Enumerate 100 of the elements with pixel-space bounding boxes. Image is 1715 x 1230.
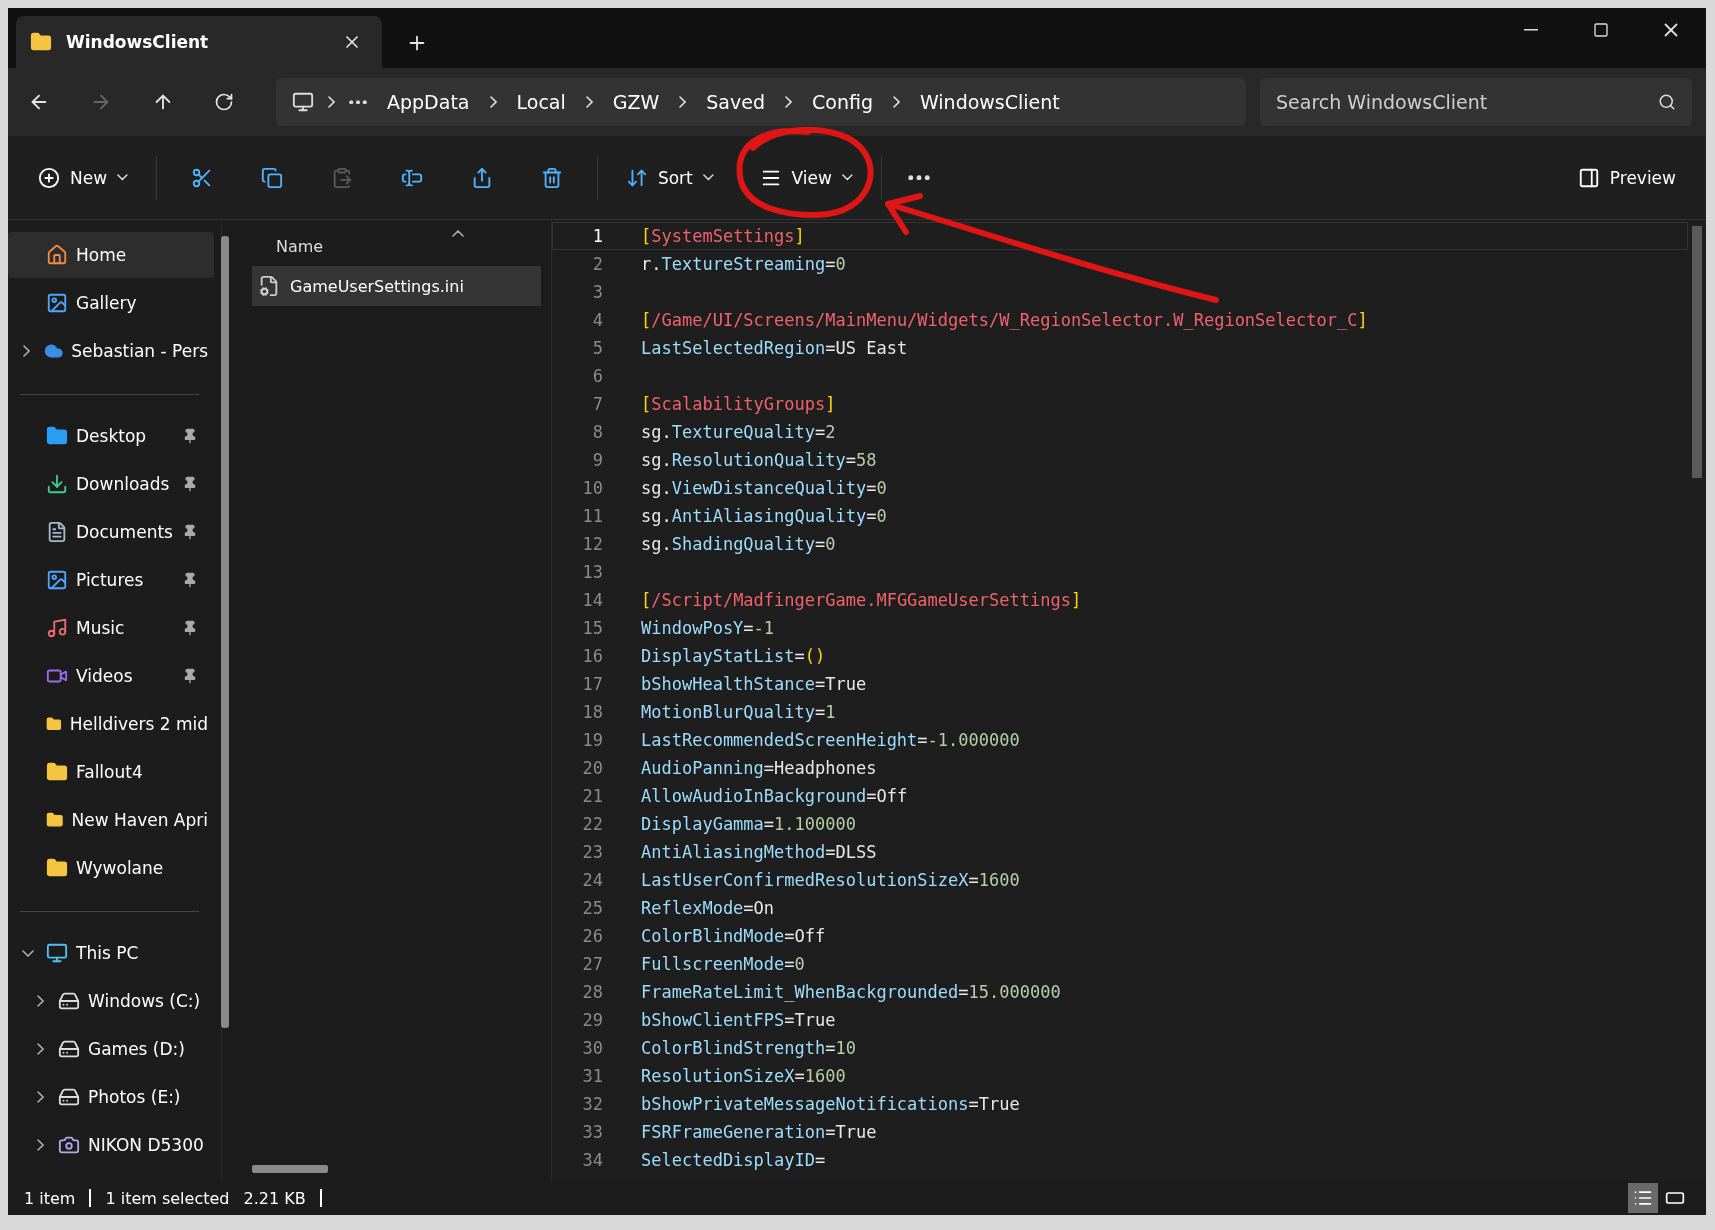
code-line: FSRFrameGeneration=True: [641, 1122, 877, 1142]
scrollbar-thumb[interactable]: [252, 1165, 328, 1173]
code-line: sg.AntiAliasingQuality=0: [641, 506, 887, 526]
chevron-icon: [23, 345, 31, 357]
breadcrumb-item[interactable]: Saved: [700, 87, 771, 117]
maximize-icon: [1593, 22, 1609, 38]
code-line: sg.ResolutionQuality=58: [641, 450, 877, 470]
code-line: DisplayGamma=1.100000: [641, 814, 856, 834]
line-number: 1: [591, 226, 603, 246]
sidebar-item[interactable]: Music: [8, 605, 214, 651]
line-number: 16: [581, 646, 603, 666]
plus-circle-icon: [38, 166, 60, 189]
chevron-icon: [36, 995, 44, 1007]
line-number: 10: [581, 478, 603, 498]
line-number: 20: [581, 758, 603, 778]
chevron-icon: [785, 96, 792, 108]
sidebar-item[interactable]: Videos: [8, 653, 214, 699]
sort-button[interactable]: Sort: [617, 160, 722, 195]
breadcrumb-item[interactable]: WindowsClient: [913, 87, 1066, 117]
file-row[interactable]: GameUserSettings.ini: [252, 266, 541, 306]
breadcrumb-item[interactable]: GZW: [606, 87, 666, 117]
line-number: 17: [581, 674, 603, 694]
line-number: 26: [581, 926, 603, 946]
preview-button[interactable]: Preview: [1569, 160, 1684, 195]
sidebar-item[interactable]: Documents: [8, 509, 214, 555]
line-number: 28: [581, 982, 603, 1002]
line-number: 31: [581, 1066, 603, 1086]
line-number: 24: [581, 870, 603, 890]
sidebar-item[interactable]: Gallery: [8, 280, 214, 326]
line-number: 32: [581, 1094, 603, 1114]
chevron-icon: [892, 96, 900, 108]
code-line: [/Game/UI/Screens/MainMenu/Widgets/W_RegionSelector.W_RegionSelector_C]: [641, 310, 1368, 330]
chevron-icon: [679, 96, 687, 108]
details-view-button[interactable]: [1628, 1183, 1658, 1213]
line-number: 3: [591, 282, 603, 302]
code-line: LastRecommendedScreenHeight=-1.000000: [641, 730, 1020, 750]
code-line: LastUserConfirmedResolutionSizeX=1600: [641, 870, 1020, 890]
sidebar-item[interactable]: Pictures: [8, 557, 214, 603]
sidebar-item[interactable]: This PC: [8, 930, 214, 976]
chevron-icon: [328, 96, 335, 108]
folder-icon: [30, 31, 52, 53]
sidebar-item[interactable]: Games (D:): [8, 1026, 214, 1072]
code-line: DisplayStatList=(): [641, 646, 826, 666]
view-button[interactable]: View: [751, 160, 861, 195]
sidebar-item[interactable]: Windows (C:): [8, 978, 214, 1024]
drive-icon: [58, 1086, 80, 1108]
file-size: 2.21 KB: [243, 1188, 306, 1208]
sidebar-item[interactable]: Wywolane: [8, 845, 214, 891]
breadcrumb-item[interactable]: Config: [806, 87, 879, 117]
cut-icon: [190, 166, 213, 189]
caret-icon: [841, 174, 853, 181]
copy-icon: [260, 166, 283, 189]
sidebar-item[interactable]: Fallout4: [8, 749, 214, 795]
download-icon: [46, 473, 68, 495]
line-number: 33: [581, 1122, 603, 1142]
sidebar-item[interactable]: Sebastian - Pers: [8, 328, 214, 374]
camera-icon: [58, 1134, 80, 1156]
window-tab[interactable]: WindowsClient: [16, 16, 382, 68]
scrollbar-thumb[interactable]: [221, 236, 229, 1028]
list-icon: [1633, 1188, 1653, 1208]
sidebar-item[interactable]: Photos (E:): [8, 1074, 214, 1120]
code-line: AllowAudioInBackground=Off: [641, 786, 908, 806]
line-number: 2: [591, 254, 603, 274]
sidebar-item[interactable]: Downloads: [8, 461, 214, 507]
caret-icon: [702, 174, 714, 181]
sidebar-item[interactable]: Home: [8, 232, 214, 278]
music-icon: [46, 617, 68, 639]
sidebar-item[interactable]: New Haven Apri: [8, 797, 214, 843]
folder-icon: [46, 425, 68, 447]
scrollbar-thumb[interactable]: [1692, 226, 1702, 478]
line-number: 19: [581, 730, 603, 750]
code-line: bShowHealthStance=True: [641, 674, 867, 694]
breadcrumb-item[interactable]: AppData: [381, 87, 476, 117]
caret-icon: [117, 174, 128, 181]
code-line: SelectedDisplayID=: [641, 1150, 826, 1170]
code-line: ColorBlindStrength=10: [641, 1038, 856, 1058]
drive-icon: [58, 990, 80, 1012]
chevron-icon: [36, 1043, 44, 1055]
breadcrumb-item[interactable]: Local: [510, 87, 572, 117]
line-number: 9: [591, 450, 603, 470]
sidebar-item[interactable]: Helldivers 2 mid: [8, 701, 214, 747]
code-line: FullscreenMode=0: [641, 954, 805, 974]
new-button[interactable]: New: [30, 160, 136, 195]
address-bar[interactable]: AppData Local GZW Saved Config WindowsClient: [276, 78, 1246, 126]
item-count: 1 item: [24, 1188, 76, 1208]
selection-info: 1 item selected: [105, 1188, 230, 1208]
code-line: WindowPosY=-1: [641, 618, 775, 638]
column-header[interactable]: Name: [252, 226, 541, 266]
code-line: sg.ViewDistanceQuality=0: [641, 478, 887, 498]
code-line: MotionBlurQuality=1: [641, 702, 836, 722]
line-number: 18: [581, 702, 603, 722]
code-line: [/Script/MadfingerGame.MFGGameUserSettings]: [641, 590, 1082, 610]
search-field[interactable]: Search WindowsClient: [1260, 78, 1692, 126]
sidebar-item[interactable]: NIKON D5300: [8, 1122, 214, 1168]
line-number: 12: [581, 534, 603, 554]
folder-icon: [46, 761, 68, 783]
code-line: bShowClientFPS=True: [641, 1010, 836, 1030]
code-line: ReflexMode=On: [641, 898, 775, 918]
sidebar-item[interactable]: Desktop: [8, 413, 214, 459]
code-line: sg.TextureQuality=2: [641, 422, 836, 442]
